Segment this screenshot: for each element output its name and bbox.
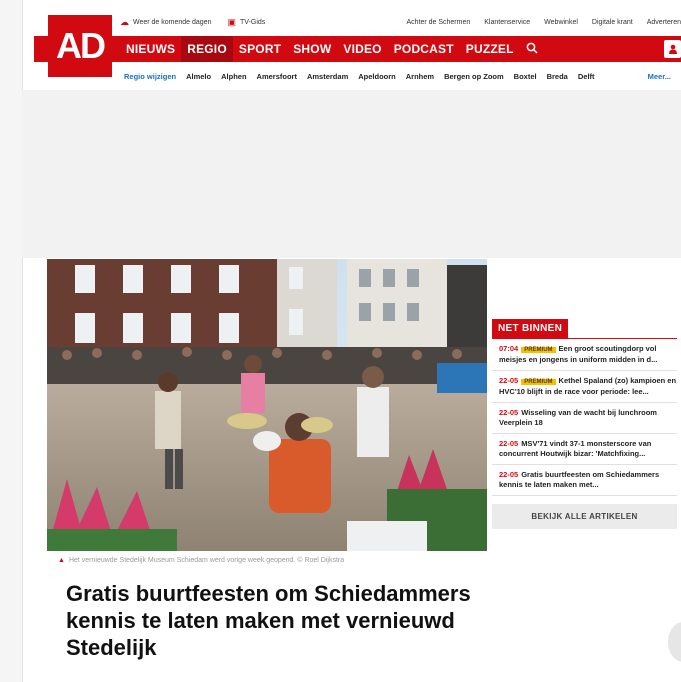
camera-icon: ▲ xyxy=(58,557,65,564)
regio-breda[interactable]: Breda xyxy=(547,72,568,81)
regio-arnhem[interactable]: Arnhem xyxy=(406,72,434,81)
net-binnen-widget: NET BINNEN 07:04 PREMIUM Een groot scoutin… xyxy=(492,318,677,529)
regio-almelo[interactable]: Almelo xyxy=(186,72,211,81)
link-klantenservice[interactable]: Klantenservice xyxy=(484,19,530,26)
regio-amersfoort[interactable]: Amersfoort xyxy=(257,72,297,81)
user-account-icon[interactable] xyxy=(664,40,681,58)
regio-more-link[interactable]: Meer... xyxy=(648,72,671,81)
list-item[interactable]: 07:04 PREMIUM Een groot scoutingdorp vol m… xyxy=(492,339,677,371)
nav-menu: NIEUWS REGIO SPORT SHOW VIDEO PODCAST PU… xyxy=(120,36,538,62)
item-time: 22-05 xyxy=(499,408,519,417)
net-binnen-label: NET BINNEN xyxy=(492,319,569,338)
net-binnen-list: 07:04 PREMIUM Een groot scoutingdorp vol m… xyxy=(492,338,677,496)
premium-badge: PREMIUM xyxy=(521,347,556,353)
nav-regio[interactable]: REGIO xyxy=(181,36,233,62)
item-time: 22-05 xyxy=(499,470,519,479)
link-achter-de-schermen[interactable]: Achter de Schermen xyxy=(406,19,470,26)
nav-video[interactable]: VIDEO xyxy=(337,36,387,62)
tv-label: TV-Gids xyxy=(240,18,266,26)
advertisement-space xyxy=(22,90,681,258)
regio-change-link[interactable]: Regio wijzigen xyxy=(124,72,176,81)
regio-amsterdam[interactable]: Amsterdam xyxy=(307,72,348,81)
view-all-articles-button[interactable]: BEKIJK ALLE ARTIKELEN xyxy=(492,504,677,529)
utility-bar: ☁ Weer de komende dagen ▣ TV-Gids Achter… xyxy=(120,12,681,32)
link-digitale-krant[interactable]: Digitale krant xyxy=(592,19,633,26)
link-webwinkel[interactable]: Webwinkel xyxy=(544,19,578,26)
utility-links: Achter de Schermen Klantenservice Webwin… xyxy=(392,19,681,26)
search-icon[interactable] xyxy=(520,42,538,57)
list-item[interactable]: 22-05 Gratis buurtfeesten om Schiedammers… xyxy=(492,465,677,496)
regio-boxtel[interactable]: Boxtel xyxy=(514,72,537,81)
list-item[interactable]: 22-05 MSV'71 vindt 37-1 monsterscore van … xyxy=(492,434,677,465)
article-headline[interactable]: Gratis buurtfeesten om Schiedammers kenn… xyxy=(66,580,486,661)
caption-text: Het vernieuwde Stedelijk Museum Schiedam… xyxy=(68,557,345,564)
outer-margin xyxy=(0,0,22,682)
list-item[interactable]: 22-05 Wisseling van de wacht bij lunchroo… xyxy=(492,403,677,434)
regio-alphen[interactable]: Alphen xyxy=(221,72,246,81)
item-time: 07:04 xyxy=(499,344,519,353)
nav-show[interactable]: SHOW xyxy=(287,36,337,62)
item-time: 22-05 xyxy=(499,376,519,385)
regio-bergen-op-zoom[interactable]: Bergen op Zoom xyxy=(444,72,504,81)
item-time: 22-05 xyxy=(499,439,519,448)
item-title: Gratis buurtfeesten om Schiedammers kenn… xyxy=(499,470,660,489)
nav-puzzel[interactable]: PUZZEL xyxy=(460,36,520,62)
premium-badge: PREMIUM xyxy=(521,379,556,385)
item-title: Wisseling van de wacht bij lunchroom Vee… xyxy=(499,408,657,427)
nav-podcast[interactable]: PODCAST xyxy=(388,36,460,62)
weather-icon: ☁ xyxy=(120,16,129,27)
weather-link[interactable]: ☁ Weer de komende dagen xyxy=(120,17,211,28)
nav-nieuws[interactable]: NIEUWS xyxy=(120,36,181,62)
photo-caption: ▲ Het vernieuwde Stedelijk Museum Schied… xyxy=(58,557,344,564)
item-title: MSV'71 vindt 37-1 monsterscore van concu… xyxy=(499,439,652,458)
nav-sport[interactable]: SPORT xyxy=(233,36,287,62)
regio-apeldoorn[interactable]: Apeldoorn xyxy=(358,72,396,81)
tv-icon: ▣ xyxy=(227,16,236,27)
list-item[interactable]: 22-05 PREMIUM Kethel Spaland (zo) kampioen… xyxy=(492,371,677,403)
weather-label: Weer de komende dagen xyxy=(133,18,212,26)
regio-delft[interactable]: Delft xyxy=(578,72,595,81)
regio-bar: Regio wijzigen Almelo Alphen Amersfoort … xyxy=(124,69,681,83)
article-hero-image[interactable] xyxy=(47,259,487,551)
tv-guide-link[interactable]: ▣ TV-Gids xyxy=(227,17,265,28)
ad-logo[interactable]: AD xyxy=(48,15,112,77)
link-adverteren[interactable]: Adverteren xyxy=(647,19,681,26)
